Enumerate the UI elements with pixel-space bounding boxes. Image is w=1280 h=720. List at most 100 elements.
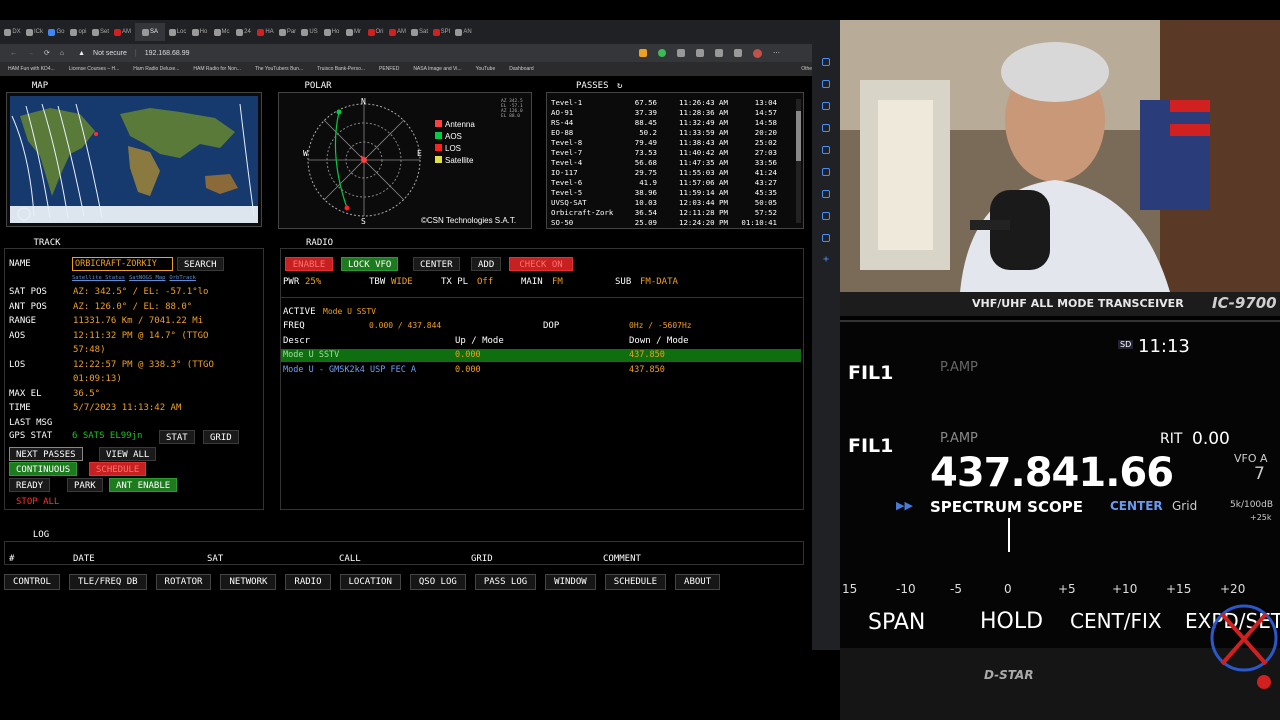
tbw-select[interactable]: WIDE	[391, 277, 413, 287]
browser-tab[interactable]: Ho	[322, 23, 341, 41]
sidebar-tag-icon[interactable]	[822, 80, 830, 88]
browser-tab[interactable]: opi	[69, 23, 88, 41]
ext-icon-4[interactable]	[696, 48, 704, 57]
sat-name-input[interactable]: ORBICRAFT-ZORKIY	[72, 257, 173, 271]
view-all-button[interactable]: VIEW ALL	[99, 447, 157, 461]
nav-button-window[interactable]: WINDOW	[545, 574, 596, 590]
satellite-status-link[interactable]: Satellite Status	[72, 275, 125, 281]
ext-icon-5[interactable]	[715, 48, 723, 57]
nav-button-about[interactable]: ABOUT	[675, 574, 721, 590]
browser-tab[interactable]: AN	[454, 23, 473, 41]
pass-row[interactable]: EO-88 50.2 11:33:59 AM 20:20	[551, 128, 791, 138]
browser-tab[interactable]: Par	[278, 23, 297, 41]
satnogs-map-link[interactable]: SatNOGS Map	[129, 275, 165, 281]
pass-row[interactable]: Tevel-3 7.93 12:49:12 PM01:35:33	[551, 228, 791, 229]
park-button[interactable]: PARK	[67, 478, 103, 492]
pass-row[interactable]: Tevel-6 41.9 11:57:06 AM 43:27	[551, 178, 791, 188]
pass-row[interactable]: IO-117 29.75 11:55:03 AM 41:24	[551, 168, 791, 178]
nav-button-location[interactable]: LOCATION	[339, 574, 401, 590]
pass-row[interactable]: Tevel-8 79.49 11:38:43 AM 25:02	[551, 138, 791, 148]
nav-button-qso-log[interactable]: QSO LOG	[409, 574, 466, 590]
nav-button-network[interactable]: NETWORK	[220, 574, 277, 590]
favorite-link[interactable]: YouTube	[476, 66, 496, 72]
sidebar-office-icon[interactable]	[822, 168, 830, 176]
browser-tab[interactable]: AM	[113, 23, 132, 41]
lock-vfo-button[interactable]: LOCK VFO	[341, 257, 399, 271]
favorite-link[interactable]: Dashboard	[509, 66, 533, 72]
reload-icon[interactable]: ⟳	[44, 49, 50, 57]
sidebar-person-icon[interactable]	[822, 124, 830, 132]
center-button[interactable]: CENTER	[413, 257, 460, 271]
sub-select[interactable]: FM-DATA	[640, 277, 678, 287]
nav-button-control[interactable]: CONTROL	[4, 574, 60, 590]
browser-tab[interactable]: 24	[234, 23, 253, 41]
menu-icon[interactable]: ⋯	[773, 49, 780, 58]
orbtrack-link[interactable]: OrbTrack	[169, 275, 196, 281]
browser-tab[interactable]: Mr	[344, 23, 363, 41]
nav-button-pass-log[interactable]: PASS LOG	[474, 574, 537, 590]
favorite-link[interactable]: Truisco Bank-Perso...	[317, 66, 365, 72]
ready-button[interactable]: READY	[9, 478, 51, 492]
browser-tab[interactable]: Set	[91, 23, 110, 41]
forward-icon[interactable]: →	[27, 50, 34, 57]
schedule-button[interactable]: SCHEDULE	[89, 462, 147, 476]
nav-button-radio[interactable]: RADIO	[285, 574, 331, 590]
pass-row[interactable]: Tevel-7 73.53 11:40:42 AM 27:03	[551, 148, 791, 158]
favorite-link[interactable]: HAM Fun with KD4...	[8, 66, 55, 72]
home-icon[interactable]: ⌂	[60, 50, 64, 57]
favorite-link[interactable]: Ham Radio Deluxe...	[133, 66, 179, 72]
favorite-link[interactable]: PENFED	[379, 66, 399, 72]
nav-button-tle-freq-db[interactable]: TLE/FREQ DB	[68, 574, 147, 590]
continuous-button[interactable]: CONTINUOUS	[9, 462, 78, 476]
check-on-button[interactable]: CHECK ON	[509, 257, 573, 271]
table-row[interactable]: Mode U SSTV 0.000 437.850	[281, 349, 801, 362]
nav-button-rotator[interactable]: ROTATOR	[155, 574, 212, 590]
sidebar-drop-icon[interactable]	[822, 234, 830, 242]
pass-row[interactable]: UVSQ-SAT 10.03 12:03:44 PM 50:05	[551, 198, 791, 208]
pwr-select[interactable]: 25%	[305, 277, 321, 287]
sidebar-outlook-icon[interactable]	[822, 190, 830, 198]
pass-row[interactable]: Tevel-5 38.96 11:59:14 AM 45:35	[551, 188, 791, 198]
pass-row[interactable]: Tevel-1 67.56 11:26:43 AM 13:04	[551, 98, 791, 108]
search-button[interactable]: SEARCH	[177, 257, 224, 271]
world-map[interactable]	[10, 96, 258, 223]
ext-icon-6[interactable]	[734, 48, 742, 57]
sidebar-search-icon[interactable]	[822, 58, 830, 66]
stop-all-button[interactable]: STOP ALL	[9, 494, 67, 508]
pass-row[interactable]: SO-50 25.09 12:24:20 PM 01:10:41	[551, 218, 791, 228]
span-button[interactable]: SPAN	[868, 610, 925, 635]
sidebar-add-icon[interactable]: +	[822, 255, 830, 265]
refresh-icon[interactable]: ↻	[617, 81, 622, 91]
browser-tab[interactable]: Go	[47, 23, 66, 41]
ext-icon-1[interactable]	[639, 48, 647, 57]
pass-row[interactable]: AO-91 37.39 11:28:36 AM 14:57	[551, 108, 791, 118]
browser-tab[interactable]: US	[300, 23, 319, 41]
enable-button[interactable]: ENABLE	[285, 257, 333, 271]
profile-avatar[interactable]	[753, 48, 762, 58]
table-row[interactable]: Mode U - GMSK2k4 USP FEC A 0.000 437.850	[281, 364, 801, 377]
stat-button[interactable]: STAT	[159, 430, 195, 444]
browser-tab[interactable]: DX	[3, 23, 22, 41]
browser-tab[interactable]: Ho	[190, 23, 209, 41]
grid-button[interactable]: GRID	[203, 430, 239, 444]
add-button[interactable]: ADD	[471, 257, 502, 271]
favorite-link[interactable]: HAM Radio for Non...	[193, 66, 241, 72]
pass-row[interactable]: Orbicraft-Zork 36.54 12:11:28 PM 57:52	[551, 208, 791, 218]
favorite-link[interactable]: The YouTubers Bun...	[255, 66, 303, 72]
ext-icon-2[interactable]	[658, 48, 666, 57]
browser-tab[interactable]: SPI	[432, 23, 451, 41]
passes-scrollbar[interactable]	[796, 99, 801, 223]
address-input[interactable]: 192.168.68.99	[145, 50, 190, 57]
ext-icon-3[interactable]	[677, 48, 685, 57]
browser-tab[interactable]: ICk	[25, 23, 44, 41]
favorite-link[interactable]: NASA Image and Vi...	[413, 66, 461, 72]
browser-tab[interactable]: Mc	[212, 23, 231, 41]
main-select[interactable]: FM	[552, 277, 563, 287]
hold-button[interactable]: HOLD	[980, 609, 1043, 634]
browser-tab[interactable]: SA	[135, 23, 165, 41]
favorite-link[interactable]: License Courses – H...	[69, 66, 120, 72]
ant-enable-button[interactable]: ANT ENABLE	[109, 478, 178, 492]
pass-row[interactable]: Tevel-4 56.68 11:47:35 AM 33:56	[551, 158, 791, 168]
browser-tab[interactable]: Loc	[168, 23, 187, 41]
txpl-select[interactable]: Off	[477, 277, 493, 287]
